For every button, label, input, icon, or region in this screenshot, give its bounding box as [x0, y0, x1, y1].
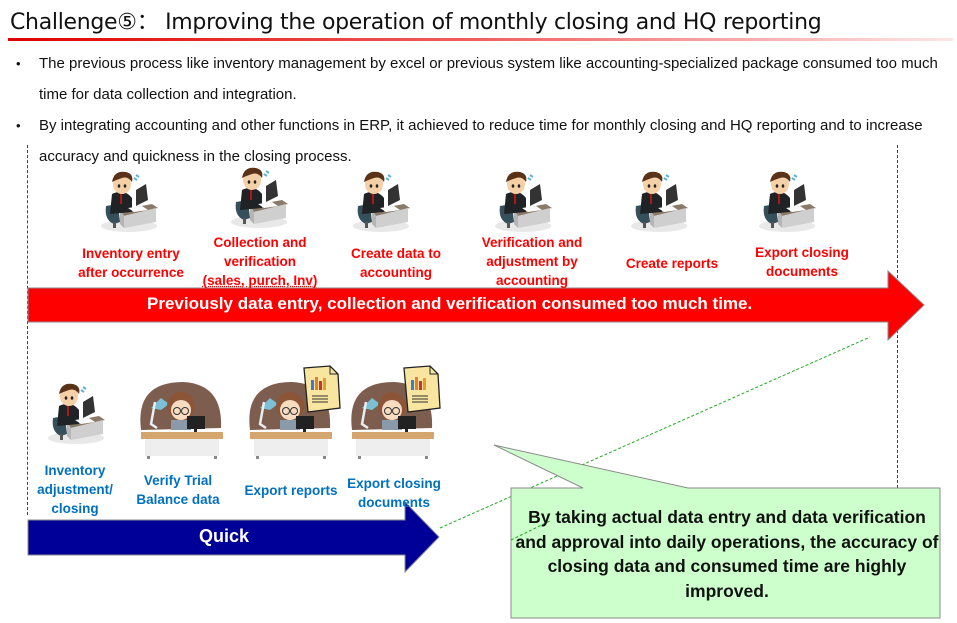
report-document-icon — [403, 365, 441, 413]
label-line: closing — [51, 501, 99, 516]
label-line: Verify Trial — [143, 473, 213, 488]
label-line: Balance data — [136, 492, 220, 507]
label-line: verification — [223, 254, 297, 269]
quick-arrow-text: Quick — [199, 526, 250, 546]
stressed-office-worker-icon — [100, 170, 159, 233]
label-line: documents — [357, 495, 430, 510]
label-line: documents — [765, 264, 838, 279]
stressed-office-worker-icon — [630, 170, 689, 233]
new-step-label: Export reports — [236, 481, 346, 500]
new-step-label: Inventory adjustment/ closing — [22, 461, 128, 518]
label-line: Export closing — [755, 245, 849, 260]
label-line: Verification and — [481, 235, 583, 250]
previous-step-label: Create data to accounting — [336, 244, 456, 282]
stressed-office-worker-icon — [352, 170, 411, 233]
new-step-label: Export closing documents — [342, 474, 446, 512]
label-line: after occurrence — [78, 265, 184, 280]
label-line: Create data to — [350, 246, 442, 261]
label-line: Create reports — [625, 256, 719, 271]
stressed-office-worker-icon — [494, 170, 553, 233]
callout-text: By taking actual data entry and data ver… — [515, 507, 939, 601]
happy-worker-at-desk-icon — [139, 380, 225, 461]
office-worker-icon — [47, 382, 106, 445]
label-line: adjustment by — [486, 254, 578, 269]
label-line: accounting — [495, 273, 568, 288]
previous-step-label: Collection and verification (sales, purc… — [198, 233, 322, 290]
label-line: Collection and — [213, 235, 307, 250]
previous-step-label: Create reports — [612, 254, 732, 273]
previous-step-label: Inventory entry after occurrence — [72, 244, 190, 282]
label-line: Export closing — [347, 476, 441, 491]
previous-arrow-text: Previously data entry, collection and ve… — [147, 294, 753, 313]
label-line: Inventory entry — [82, 246, 180, 261]
label-line: Inventory — [44, 463, 106, 478]
label-line: Export reports — [244, 483, 338, 498]
previous-step-label: Verification and adjustment by accountin… — [470, 233, 594, 290]
label-line: (sales, purch, Inv) — [202, 273, 318, 288]
stressed-office-worker-icon — [230, 166, 289, 229]
new-step-label: Verify Trial Balance data — [128, 471, 228, 509]
previous-step-label: Export closing documents — [742, 243, 862, 281]
label-line: adjustment/ — [37, 482, 113, 497]
label-line: accounting — [359, 265, 432, 280]
stressed-office-worker-icon — [758, 170, 817, 233]
report-document-icon — [303, 365, 341, 413]
